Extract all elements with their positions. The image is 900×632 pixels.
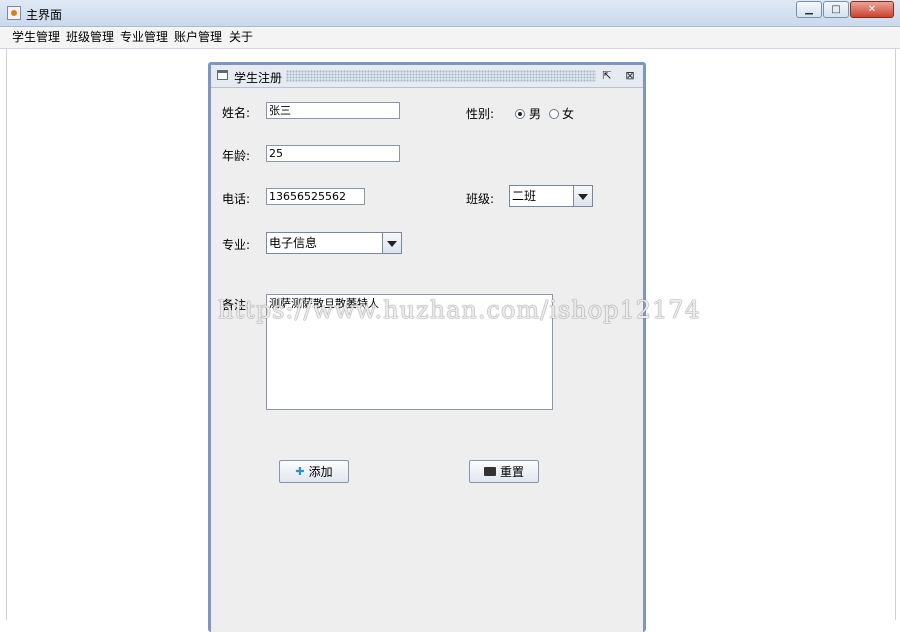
chevron-down-icon[interactable] — [573, 186, 592, 206]
menu-about[interactable]: 关于 — [229, 30, 253, 45]
menu-major-management[interactable]: 专业管理 — [120, 30, 168, 45]
window-title: 主界面 — [26, 8, 63, 22]
menu-class-management[interactable]: 班级管理 — [66, 30, 114, 45]
add-button[interactable]: ✚ 添加 — [279, 460, 349, 483]
class-combobox[interactable]: 二班 — [509, 185, 593, 207]
reset-button[interactable]: 重置 — [469, 460, 539, 483]
age-field[interactable]: 25 — [266, 145, 400, 162]
java-app-icon — [7, 6, 21, 20]
class-label: 班级: — [466, 192, 495, 206]
reset-button-label: 重置 — [499, 465, 524, 479]
class-value: 二班 — [512, 189, 537, 203]
frame-title: 学生注册 — [234, 71, 283, 85]
menu-account-management[interactable]: 账户管理 — [174, 30, 222, 45]
name-field[interactable]: 张三 — [266, 102, 400, 119]
gender-male-label[interactable]: 男 — [529, 107, 541, 121]
frame-title-texture — [286, 70, 596, 82]
window-controls: ▁ □ ✕ — [795, 1, 894, 19]
student-register-frame: 学生注册 ⇱ ⊠ 姓名: 张三 性别: 男 女 年龄: 25 电话: 13656… — [208, 62, 646, 632]
remark-text: 测萨测萨散旦散萎特人 — [269, 297, 379, 310]
gender-female-radio[interactable] — [549, 109, 559, 119]
gender-female-label[interactable]: 女 — [562, 107, 574, 121]
gender-male-radio[interactable] — [515, 109, 525, 119]
chevron-down-icon[interactable] — [382, 233, 401, 253]
remark-label: 备注: — [222, 298, 251, 312]
frame-content: 学生注册 ⇱ ⊠ 姓名: 张三 性别: 男 女 年龄: 25 电话: 13656… — [211, 65, 643, 632]
restore-icon[interactable]: ⇱ — [600, 69, 614, 82]
window-titlebar: 主界面 ▁ □ ✕ — [0, 0, 900, 27]
minimize-icon[interactable]: ▁ — [796, 1, 822, 18]
gender-label: 性别: — [466, 107, 495, 121]
phone-field[interactable]: 13656525562 — [266, 188, 365, 205]
age-label: 年龄: — [222, 149, 251, 163]
frame-close-icon[interactable]: ⊠ — [623, 69, 637, 82]
reset-icon — [483, 467, 496, 476]
close-icon[interactable]: ✕ — [850, 1, 894, 18]
major-label: 专业: — [222, 238, 251, 252]
menubar: 学生管理 班级管理 专业管理 账户管理 关于 — [0, 27, 900, 49]
add-button-label: 添加 — [308, 465, 333, 479]
major-combobox[interactable]: 电子信息 — [266, 232, 402, 254]
maximize-icon[interactable]: □ — [823, 1, 849, 18]
remark-textarea[interactable]: 测萨测萨散旦散萎特人 — [266, 294, 553, 410]
major-value: 电子信息 — [269, 236, 318, 250]
phone-label: 电话: — [222, 192, 251, 206]
name-label: 姓名: — [222, 106, 251, 120]
plus-icon: ✚ — [295, 465, 305, 478]
menu-student-management[interactable]: 学生管理 — [12, 30, 60, 45]
frame-window-icon — [217, 70, 228, 80]
frame-titlebar[interactable]: 学生注册 ⇱ ⊠ — [211, 65, 643, 88]
